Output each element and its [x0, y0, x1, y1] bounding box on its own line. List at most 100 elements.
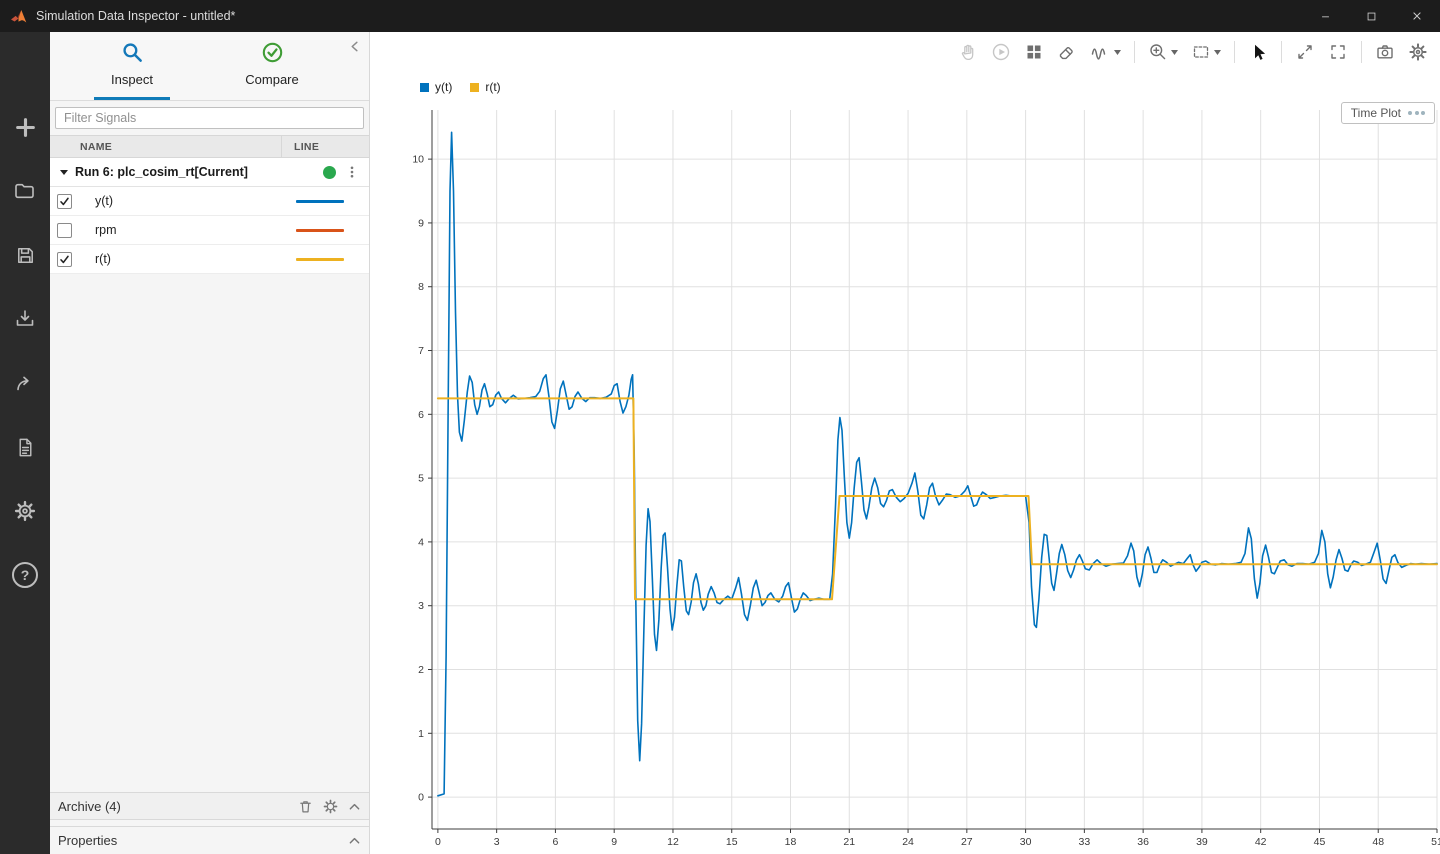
svg-text:2: 2 — [418, 664, 424, 676]
svg-text:6: 6 — [552, 836, 558, 848]
run-row[interactable]: Run 6: plc_cosim_rt[Current] — [50, 158, 369, 187]
svg-text:10: 10 — [412, 154, 424, 166]
sidebar-tabs: Inspect Compare — [50, 32, 369, 101]
replay-icon[interactable] — [991, 42, 1011, 62]
tab-inspect-label: Inspect — [111, 72, 153, 87]
legend-label: y(t) — [435, 80, 452, 94]
fit-to-view-icon[interactable] — [1295, 42, 1315, 62]
sidebar: Inspect Compare NAME LINE Run 6: plc — [50, 32, 370, 854]
run-options-kebab-icon[interactable] — [345, 164, 359, 180]
svg-text:6: 6 — [418, 409, 424, 421]
svg-text:3: 3 — [494, 836, 500, 848]
svg-text:0: 0 — [418, 792, 424, 804]
signal-name: r(t) — [95, 252, 111, 266]
tab-compare[interactable]: Compare — [202, 32, 342, 100]
add-icon[interactable] — [2, 104, 48, 150]
signal-row[interactable]: r(t) — [50, 245, 369, 274]
toolbar-separator — [1281, 41, 1282, 63]
plot-settings-gear-icon[interactable] — [1408, 42, 1428, 62]
signal-line-sample — [296, 229, 344, 232]
help-icon[interactable]: ? — [2, 552, 48, 598]
legend-swatch — [420, 83, 429, 92]
toolbar-separator — [1234, 41, 1235, 63]
chevron-down-icon[interactable] — [60, 170, 68, 175]
signal-row[interactable]: y(t) — [50, 187, 369, 216]
properties-label: Properties — [58, 833, 117, 848]
signal-row[interactable]: rpm — [50, 216, 369, 245]
window-controls — [1302, 0, 1440, 32]
import-icon[interactable] — [2, 296, 48, 342]
open-folder-icon[interactable] — [2, 168, 48, 214]
signal-visibility-checkbox[interactable] — [57, 223, 72, 238]
svg-text:45: 45 — [1314, 836, 1326, 848]
fullscreen-icon[interactable] — [1328, 42, 1348, 62]
close-icon[interactable] — [1394, 0, 1440, 32]
svg-text:3: 3 — [418, 600, 424, 612]
archive-bar[interactable]: Archive (4) — [50, 792, 369, 820]
signal-visibility-checkbox[interactable] — [57, 194, 72, 209]
search-icon — [121, 41, 144, 67]
legend-label: r(t) — [485, 80, 500, 94]
properties-bar[interactable]: Properties — [50, 826, 369, 854]
zoom-in-icon[interactable] — [1148, 42, 1178, 62]
column-name: NAME — [50, 136, 281, 157]
archive-settings-gear-icon[interactable] — [323, 799, 338, 814]
svg-text:51: 51 — [1431, 836, 1440, 848]
app-toolstrip: ? — [0, 32, 50, 854]
collapse-properties-chevron-icon[interactable] — [348, 835, 361, 846]
svg-text:33: 33 — [1079, 836, 1091, 848]
create-report-icon[interactable] — [2, 424, 48, 470]
plot-toolbar — [370, 32, 1440, 72]
legend-swatch — [470, 83, 479, 92]
pointer-icon[interactable] — [1248, 42, 1268, 62]
svg-text:30: 30 — [1020, 836, 1032, 848]
signal-rows: y(t) rpm r(t) — [50, 187, 369, 274]
signal-visibility-checkbox[interactable] — [57, 252, 72, 267]
ellipsis-menu-icon — [1408, 111, 1425, 115]
svg-text:15: 15 — [726, 836, 738, 848]
signal-trace-icon[interactable] — [1090, 42, 1121, 62]
svg-text:48: 48 — [1372, 836, 1384, 848]
svg-text:9: 9 — [611, 836, 617, 848]
delete-trash-icon[interactable] — [298, 799, 313, 814]
svg-text:8: 8 — [418, 281, 424, 293]
time-plot-menu-button[interactable]: Time Plot — [1341, 102, 1435, 124]
signal-line-sample — [296, 258, 344, 261]
time-plot-canvas[interactable]: 0369121518212427303336394245485101234567… — [370, 72, 1440, 854]
save-icon[interactable] — [2, 232, 48, 278]
svg-text:18: 18 — [785, 836, 797, 848]
signal-table: NAME LINE Run 6: plc_cosim_rt[Current] y… — [50, 135, 369, 274]
signal-name: y(t) — [95, 194, 113, 208]
titlebar: Simulation Data Inspector - untitled* — [0, 0, 1440, 32]
snapshot-camera-icon[interactable] — [1375, 42, 1395, 62]
minimize-icon[interactable] — [1302, 0, 1348, 32]
signal-line-sample — [296, 200, 344, 203]
export-icon[interactable] — [2, 360, 48, 406]
preferences-gear-icon[interactable] — [2, 488, 48, 534]
svg-text:39: 39 — [1196, 836, 1208, 848]
tab-compare-label: Compare — [245, 72, 298, 87]
svg-text:5: 5 — [418, 473, 424, 485]
svg-text:12: 12 — [667, 836, 679, 848]
signal-name: rpm — [95, 223, 117, 237]
plot-type-label: Time Plot — [1351, 106, 1401, 120]
collapse-archive-chevron-icon[interactable] — [348, 801, 361, 812]
filter-row — [50, 101, 369, 135]
svg-text:36: 36 — [1137, 836, 1149, 848]
maximize-icon[interactable] — [1348, 0, 1394, 32]
run-status-dot — [323, 166, 336, 179]
subplot-layout-icon[interactable] — [1024, 42, 1044, 62]
plot-legend: y(t) r(t) — [420, 80, 501, 94]
legend-item: r(t) — [470, 80, 500, 94]
data-brush-eraser-icon[interactable] — [1057, 42, 1077, 62]
zoom-region-marquee-icon[interactable] — [1191, 42, 1221, 62]
svg-text:21: 21 — [843, 836, 855, 848]
svg-text:42: 42 — [1255, 836, 1267, 848]
simulation-data-inspector-window: Simulation Data Inspector - untitled* — [0, 0, 1440, 854]
pan-hand-icon[interactable] — [958, 42, 978, 62]
collapse-sidebar-icon[interactable] — [349, 40, 361, 56]
filter-signals-input[interactable] — [55, 107, 364, 129]
svg-text:0: 0 — [435, 836, 441, 848]
tab-inspect[interactable]: Inspect — [62, 32, 202, 100]
column-line: LINE — [281, 136, 369, 157]
